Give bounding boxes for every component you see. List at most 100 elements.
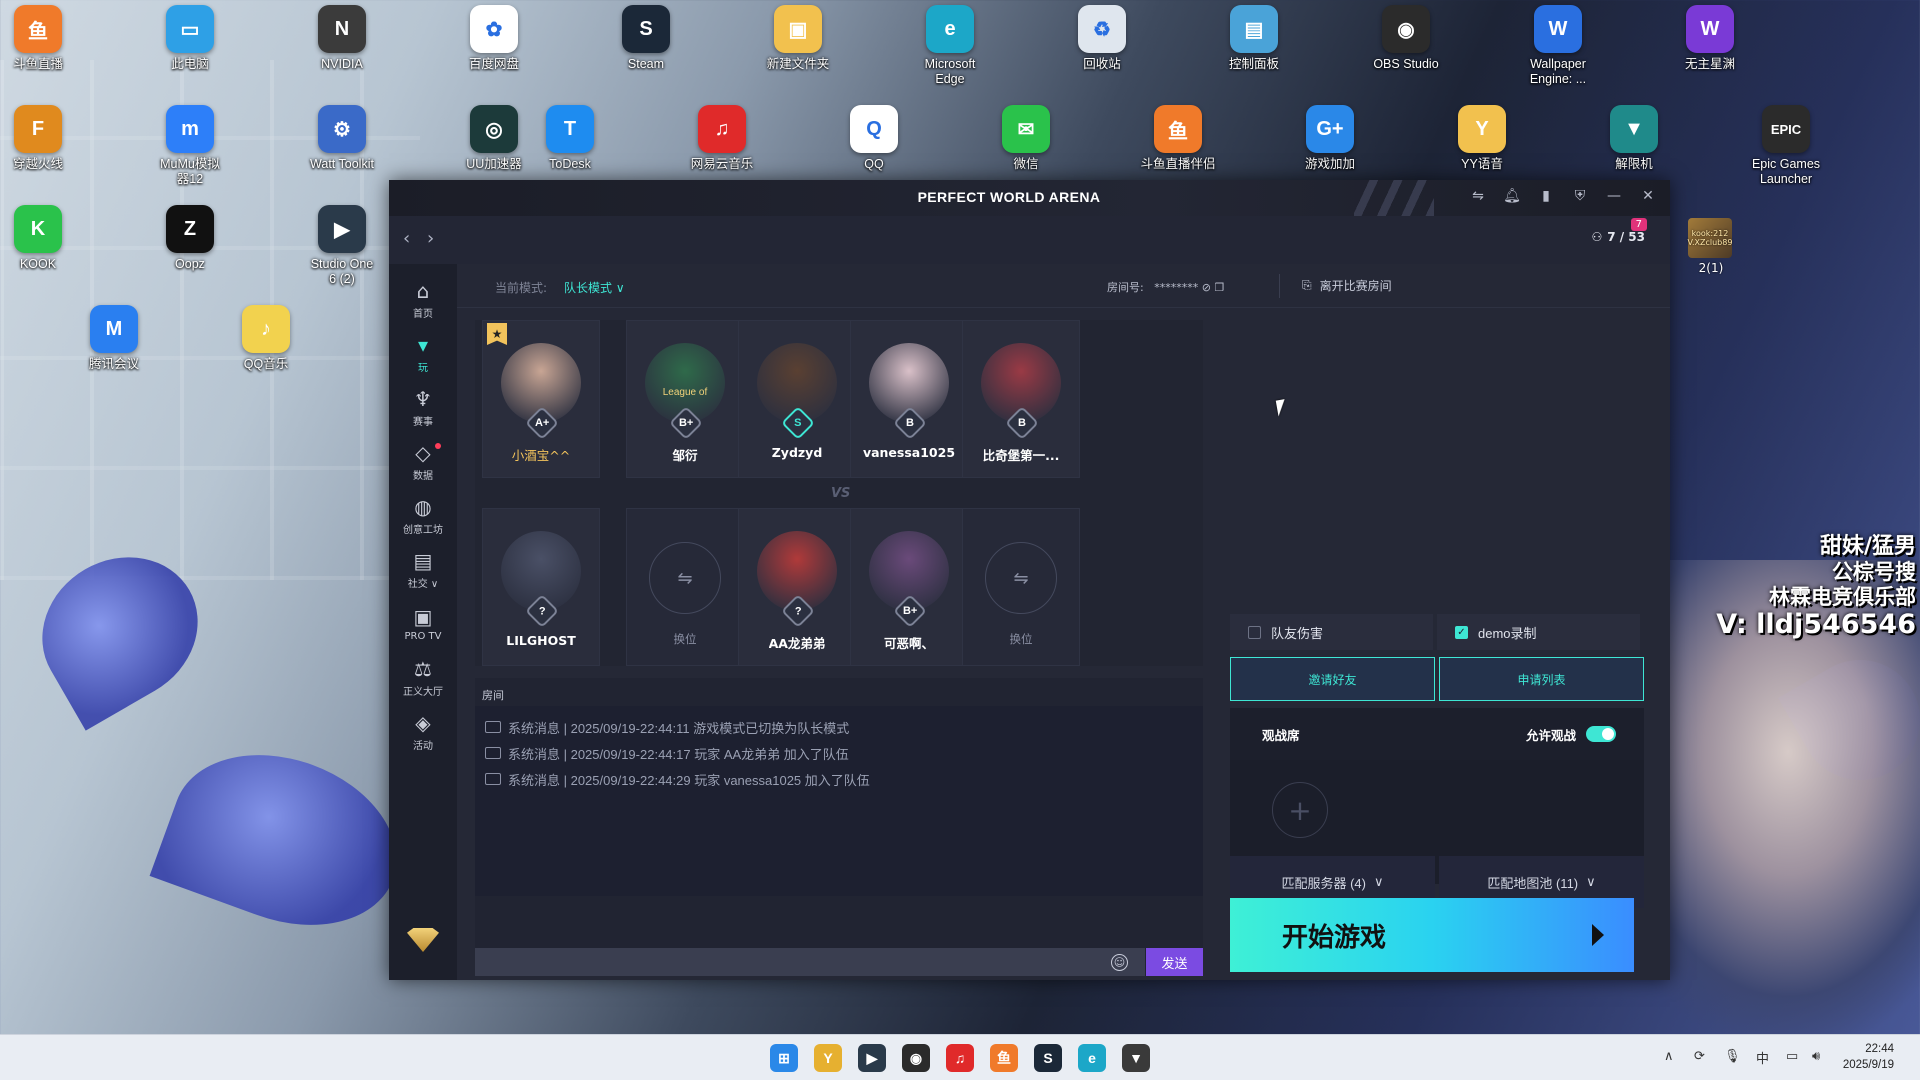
desktop-icon[interactable]: Z Oopz [145,205,235,272]
desktop-icon[interactable]: G+ 游戏加加 [1285,105,1375,172]
ime-indicator[interactable]: 中 [1756,1048,1769,1067]
desktop-icon[interactable]: 鱼斗鱼直播伴侣 [1133,105,1223,172]
desktop-icon[interactable]: 鱼斗鱼直播 [0,5,83,72]
taskbar-douyu-icon[interactable]: 鱼 [990,1044,1018,1072]
taskbar-start-icon[interactable]: ⊞ [770,1044,798,1072]
desktop-icon[interactable]: Q QQ [829,105,919,172]
allow-spectate-toggle[interactable] [1586,726,1616,742]
desktop-icon[interactable]: K KOOK [0,205,83,272]
mode-dropdown[interactable]: 队长模式 ∨ [564,279,625,296]
desktop-icon[interactable]: ✿ 百度网盘 [449,5,539,72]
minimize-icon[interactable]: — [1604,186,1624,206]
desktop-icon[interactable]: ♫ 网易云音乐 [677,105,767,172]
invite-friends-button[interactable]: 邀请好友 [1230,657,1435,701]
desktop-icon[interactable]: W 无主星渊 [1665,5,1755,72]
desktop-icon-label: YY语音 [1461,157,1503,171]
rank-badge: S [781,406,815,440]
player-slot[interactable]: League of B+ 邹衍 [626,320,744,478]
player-slot[interactable]: B 比奇堡第一... [962,320,1080,478]
swap-icon[interactable]: ⇋ [1468,186,1488,206]
desktop-icon[interactable]: ▤ 控制面板 [1209,5,1299,72]
desktop-icon[interactable]: ✉ 微信 [981,105,1071,172]
desktop-icon[interactable]: T ToDesk [525,105,615,172]
sidebar-item-pro-tv[interactable]: ▣ PRO TV [389,595,457,653]
desktop-icon[interactable]: Y YY语音 [1437,105,1527,172]
sync-icon[interactable]: ⟳ [1694,1048,1705,1064]
swap-label: 换位 [673,632,697,646]
swap-icon[interactable]: ⇋ [985,542,1057,614]
taskbar-steam-icon[interactable]: S [1034,1044,1062,1072]
taskbar-edge-icon[interactable]: e [1078,1044,1106,1072]
back-arrow-icon[interactable]: ‹ [403,228,410,249]
chat-panel: 房间 系统消息 | 2025/09/19-22:44:11 游戏模式已切换为队长… [475,678,1203,976]
desktop-icon[interactable]: W Wallpaper Engine: ... [1513,5,1603,87]
demo-record-checkbox[interactable]: ✓ [1455,625,1468,639]
desktop-icon[interactable]: ▼ 解限机 [1589,105,1679,172]
desktop-icon[interactable]: ♪ QQ音乐 [221,305,311,372]
send-button[interactable]: 发送 [1146,948,1203,976]
swap-icon[interactable]: ⇋ [649,542,721,614]
apply-list-button[interactable]: 申请列表 [1439,657,1644,701]
forward-arrow-icon[interactable]: › [427,228,434,249]
friendly-fire-checkbox[interactable] [1248,625,1261,639]
shield-icon[interactable]: ⛨ [1570,186,1590,206]
eye-off-icon[interactable]: ⊘ [1202,281,1211,294]
player-slot[interactable]: S Zydzyd [738,320,856,478]
volume-icon[interactable]: 🔊︎ [1812,1048,1820,1064]
add-spectator-icon[interactable]: + [1272,782,1328,838]
emoji-icon[interactable]: ☺ [1111,954,1128,971]
microphone-icon[interactable]: 🎙︎ [1724,1048,1741,1064]
player-slot[interactable]: ? AA龙弟弟 [738,508,856,666]
player-slot[interactable]: Bvanessa1025 [850,320,968,478]
player-name: vanessa1025 [862,445,956,460]
desktop-icon[interactable]: S Steam [601,5,691,72]
empty-slot[interactable]: ⇋ 换位 [626,508,744,666]
desktop-icon[interactable]: ▣ 新建文件夹 [753,5,843,72]
friendly-fire-option[interactable]: 队友伤害 [1230,614,1433,650]
app-icon: ◎ [470,105,518,153]
sidebar-item-data[interactable]: ◇ 数据 [389,433,457,491]
sidebar-item-activities[interactable]: ◈ 活动 [389,703,457,761]
taskbar-obs-icon[interactable]: ◉ [902,1044,930,1072]
desktop-icon[interactable]: m MuMu模拟 器12 [145,105,235,187]
desktop-icon[interactable]: ◉ OBS Studio [1361,5,1451,72]
sidebar-item-justice-hall[interactable]: ⚖ 正义大厅 [389,649,457,707]
desktop-icon[interactable]: N NVIDIA [297,5,387,72]
desktop-icon[interactable]: ♻ 回收站 [1057,5,1147,72]
player-name: LILGHOST [506,633,576,648]
network-icon[interactable]: ▭ [1786,1048,1798,1064]
pwa-logo-icon[interactable] [407,928,439,952]
tray-expand-icon[interactable]: ∧ [1664,1048,1674,1064]
empty-slot[interactable]: ⇋ 换位 [962,508,1080,666]
desktop-icon[interactable]: M 腾讯会议 [69,305,159,372]
taskbar-perfect-world-icon[interactable]: ▼ [1122,1044,1150,1072]
taskbar-yy-icon[interactable]: Y [814,1044,842,1072]
online-count[interactable]: ⚇ 7 / 53 [1591,230,1645,244]
sidebar-item-social[interactable]: ▤ 社交 ∨ [389,541,457,599]
desktop-icon[interactable]: F 穿越火线 [0,105,83,172]
desktop-icon[interactable]: ⚙ Watt Toolkit [297,105,387,172]
desktop-icon[interactable]: EPIC Epic Games Launcher [1741,105,1831,187]
demo-record-option[interactable]: ✓ demo录制 [1437,614,1640,650]
desktop-icon[interactable]: e Microsoft Edge [905,5,995,87]
taskbar-studio-one-icon[interactable]: ▶ [858,1044,886,1072]
player-slot[interactable]: B+ 可恶啊、 [850,508,968,666]
signal-icon[interactable]: ▮ [1536,186,1556,206]
taskbar-clock[interactable]: 22:44 2025/9/19 [1843,1041,1894,1073]
sidebar-item-play[interactable]: ▾ 玩 [389,325,457,383]
sidebar-item-home[interactable]: ⌂ 首页 [389,271,457,329]
taskbar-netease-music-icon[interactable]: ♫ [946,1044,974,1072]
chat-input[interactable] [475,948,1145,976]
desktop-icon[interactable]: ▭ 此电脑 [145,5,235,72]
player-slot[interactable]: A+ 小酒宝^^ ★ [482,320,600,478]
sidebar-item-workshop[interactable]: ◍ 创意工坊 [389,487,457,545]
chat-message: 系统消息 | 2025/09/19-22:44:11 游戏模式已切换为队长模式 [475,714,1203,740]
app-icon: ▶ [318,205,366,253]
desktop-icon-label: UU加速器 [466,157,522,171]
close-icon[interactable]: ✕ [1638,186,1658,206]
player-slot[interactable]: ? LILGHOST [482,508,600,666]
start-game-button[interactable]: 开始游戏 [1230,898,1634,972]
bell-icon[interactable]: 🔔︎ [1502,186,1522,206]
desktop-icon[interactable]: ▶ Studio One 6 (2) [297,205,387,287]
sidebar-item-events[interactable]: ♆ 赛事 [389,379,457,437]
